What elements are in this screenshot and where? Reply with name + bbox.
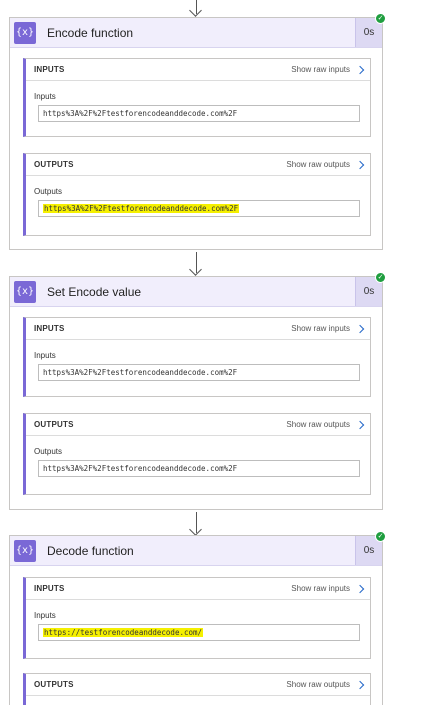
chevron-right-icon xyxy=(355,420,365,429)
section-title: INPUTS xyxy=(34,324,65,333)
field-value-highlighted: https://testforencodeanddecode.com/ xyxy=(43,628,204,637)
connector-arrow xyxy=(196,512,197,533)
success-check-icon: ✓ xyxy=(375,531,386,542)
inputs-section: INPUTS Show raw inputs Inputs https%3A%2… xyxy=(23,58,371,137)
card-title: Decode function xyxy=(47,543,134,558)
success-check-icon: ✓ xyxy=(375,13,386,24)
chevron-right-icon xyxy=(355,680,365,689)
connector-arrow xyxy=(196,252,197,273)
action-card-decode-function[interactable]: {x} Decode function 0s ✓ INPUTS Show raw… xyxy=(9,531,386,705)
action-card-set-encode-value[interactable]: {x} Set Encode value 0s ✓ INPUTS Show ra… xyxy=(9,272,386,510)
field-label: Inputs xyxy=(34,92,56,101)
connector-arrow xyxy=(196,0,197,14)
outputs-value-field[interactable]: https%3A%2F%2Ftestforencodeanddecode.com… xyxy=(38,200,360,217)
section-title: INPUTS xyxy=(34,65,65,74)
link-label: Show raw inputs xyxy=(291,65,350,74)
show-raw-inputs-link[interactable]: Show raw inputs xyxy=(291,65,366,74)
field-value: https%3A%2F%2Ftestforencodeanddecode.com… xyxy=(43,464,238,473)
show-raw-outputs-link[interactable]: Show raw outputs xyxy=(286,160,366,169)
expression-icon: {x} xyxy=(14,280,36,303)
card-header[interactable]: {x} Encode function 0s ✓ xyxy=(10,13,386,48)
inputs-value-field[interactable]: https%3A%2F%2Ftestforencodeanddecode.com… xyxy=(38,105,360,122)
card-header[interactable]: {x} Decode function 0s ✓ xyxy=(10,531,386,566)
card-title: Set Encode value xyxy=(47,284,142,299)
chevron-right-icon xyxy=(355,65,365,74)
link-label: Show raw outputs xyxy=(286,420,350,429)
chevron-right-icon xyxy=(355,584,365,593)
expression-icon: {x} xyxy=(14,21,36,44)
show-raw-inputs-link[interactable]: Show raw inputs xyxy=(291,324,366,333)
field-label: Outputs xyxy=(34,447,63,456)
action-card-encode-function[interactable]: {x} Encode function 0s ✓ INPUTS Show raw… xyxy=(9,13,386,250)
outputs-section: OUTPUTS Show raw outputs Outputs https%3… xyxy=(23,153,371,236)
card-title: Encode function xyxy=(47,25,134,40)
inputs-value-field[interactable]: https://testforencodeanddecode.com/ xyxy=(38,624,360,641)
field-value-highlighted: https%3A%2F%2Ftestforencodeanddecode.com… xyxy=(43,204,240,213)
link-label: Show raw inputs xyxy=(291,584,350,593)
inputs-section: INPUTS Show raw inputs Inputs https%3A%2… xyxy=(23,317,371,397)
field-value: https%3A%2F%2Ftestforencodeanddecode.com… xyxy=(43,109,238,118)
inputs-value-field[interactable]: https%3A%2F%2Ftestforencodeanddecode.com… xyxy=(38,364,360,381)
show-raw-inputs-link[interactable]: Show raw inputs xyxy=(291,584,366,593)
field-label: Inputs xyxy=(34,611,56,620)
outputs-section: OUTPUTS Show raw outputs xyxy=(23,673,371,705)
outputs-section: OUTPUTS Show raw outputs Outputs https%3… xyxy=(23,413,371,495)
show-raw-outputs-link[interactable]: Show raw outputs xyxy=(286,680,366,689)
inputs-section: INPUTS Show raw inputs Inputs https://te… xyxy=(23,577,371,659)
link-label: Show raw outputs xyxy=(286,160,350,169)
field-value: https%3A%2F%2Ftestforencodeanddecode.com… xyxy=(43,368,238,377)
section-title: INPUTS xyxy=(34,584,65,593)
success-check-icon: ✓ xyxy=(375,272,386,283)
chevron-right-icon xyxy=(355,160,365,169)
expression-icon: {x} xyxy=(14,539,36,562)
show-raw-outputs-link[interactable]: Show raw outputs xyxy=(286,420,366,429)
card-header[interactable]: {x} Set Encode value 0s ✓ xyxy=(10,272,386,307)
link-label: Show raw inputs xyxy=(291,324,350,333)
field-label: Inputs xyxy=(34,351,56,360)
chevron-right-icon xyxy=(355,324,365,333)
field-label: Outputs xyxy=(34,187,63,196)
section-title: OUTPUTS xyxy=(34,680,74,689)
outputs-value-field[interactable]: https%3A%2F%2Ftestforencodeanddecode.com… xyxy=(38,460,360,477)
flow-run-canvas: {x} Encode function 0s ✓ INPUTS Show raw… xyxy=(0,0,422,705)
link-label: Show raw outputs xyxy=(286,680,350,689)
section-title: OUTPUTS xyxy=(34,160,74,169)
section-title: OUTPUTS xyxy=(34,420,74,429)
